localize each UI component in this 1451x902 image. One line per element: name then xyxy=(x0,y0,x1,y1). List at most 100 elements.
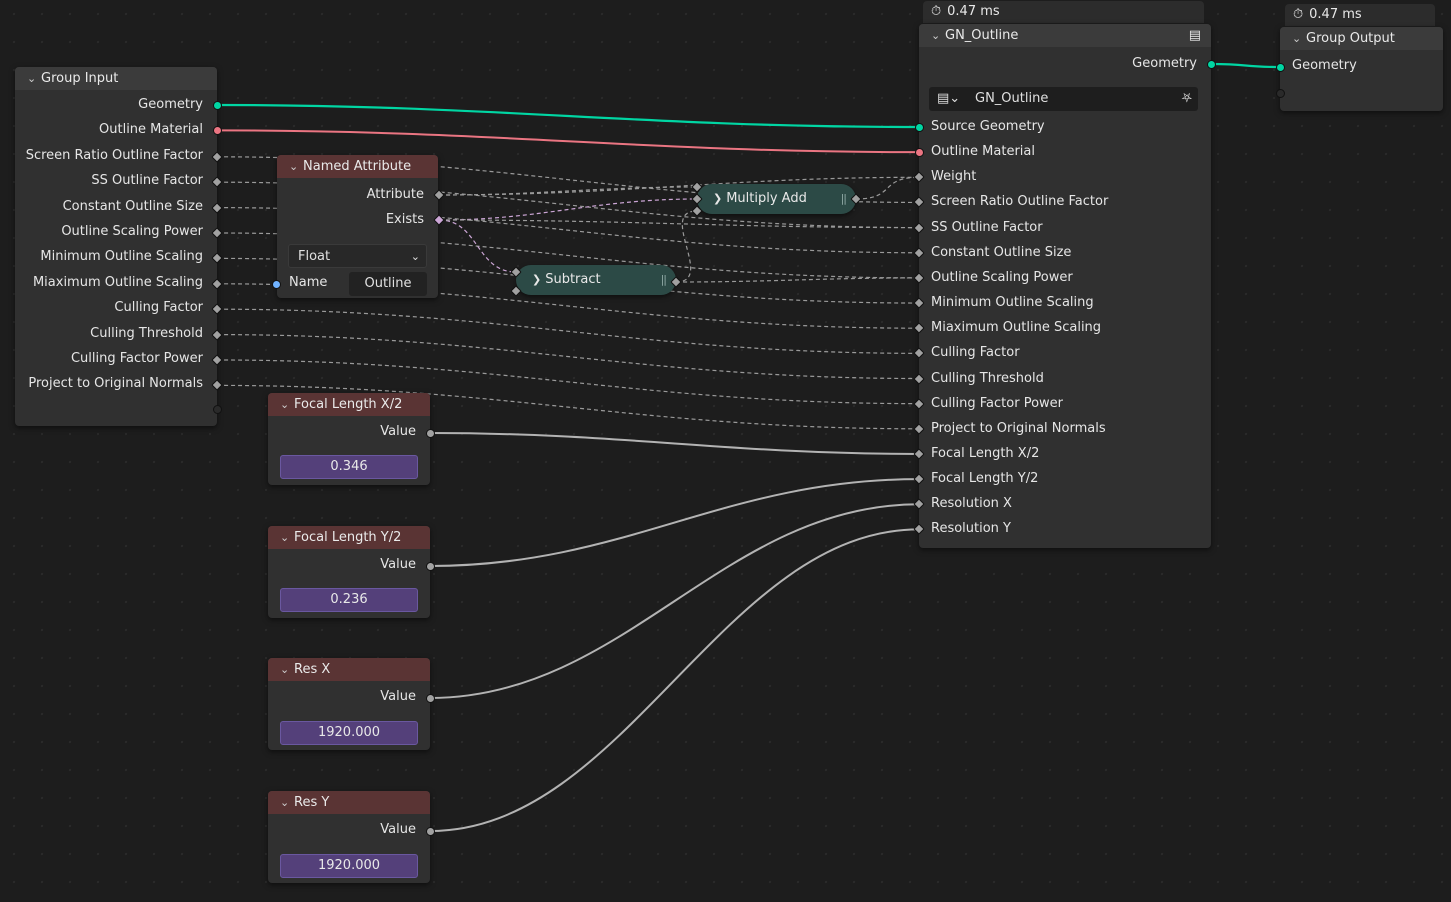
gn-outline-input-label: Culling Factor xyxy=(931,345,1020,361)
gn-outline-input-label: Source Geometry xyxy=(931,119,1045,134)
output-exists: Exists xyxy=(385,212,424,227)
gn-outline-input-label: Culling Threshold xyxy=(931,370,1044,386)
name-input-socket[interactable] xyxy=(271,279,281,289)
group-input-output-label: Outline Material xyxy=(99,122,203,138)
material-socket[interactable] xyxy=(914,147,924,157)
node-group-icon[interactable]: ▤ xyxy=(1189,24,1201,47)
group-input-output-label: Minimum Outline Scaling xyxy=(40,249,203,265)
timer-value: 0.47 ms xyxy=(947,4,1000,19)
gn-outline-input-label: Screen Ratio Outline Factor xyxy=(931,194,1109,210)
value-field[interactable]: 0.346 xyxy=(280,455,418,479)
fake-user-shield-icon[interactable]: ⛧ xyxy=(1182,87,1192,111)
value-output-socket[interactable] xyxy=(425,693,435,703)
grip-icon[interactable]: || xyxy=(841,184,848,214)
group-input-header[interactable]: ⌄ Group Input xyxy=(15,67,217,90)
output-value: Value xyxy=(380,557,416,572)
gn-outline-input-label: Focal Length Y/2 xyxy=(931,471,1039,487)
multiply-add-node[interactable]: ❯ Multiply Add || xyxy=(697,184,856,214)
node-link xyxy=(429,432,920,455)
group-output-header[interactable]: ⌄ Group Output xyxy=(1280,27,1443,50)
value-output-socket[interactable] xyxy=(425,428,435,438)
group-input-output-label: Screen Ratio Outline Factor xyxy=(25,147,203,163)
chevron-down-icon[interactable]: ⌄ xyxy=(280,791,294,814)
value-node-focal-x[interactable]: ⌄ Focal Length X/2 Value 0.346 xyxy=(268,393,430,485)
group-input-output-label: Constant Outline Size xyxy=(62,198,203,214)
material-socket[interactable] xyxy=(212,125,222,135)
chevron-down-icon[interactable]: ⌄ xyxy=(289,155,303,178)
stopwatch-icon: ⏱ xyxy=(931,4,942,19)
value-output-socket[interactable] xyxy=(425,561,435,571)
node-title: GN_Outline xyxy=(945,28,1019,43)
gn-outline-node[interactable]: ⌄ GN_Outline ▤ Geometry ▤⌄ GN_Outline ⛧ S… xyxy=(919,24,1211,548)
value-node-res-x[interactable]: ⌄ Res X Value 1920.000 xyxy=(268,658,430,750)
group-input-output-label: Culling Threshold xyxy=(90,325,203,341)
node-title: Subtract xyxy=(545,272,601,287)
value-node-res-y[interactable]: ⌄ Res Y Value 1920.000 xyxy=(268,791,430,883)
output-attribute: Attribute xyxy=(366,187,424,202)
chevron-down-icon[interactable]: ⌄ xyxy=(280,526,294,549)
chevron-down-icon[interactable]: ⌄ xyxy=(931,24,945,47)
gn-outline-input-label: Project to Original Normals xyxy=(931,420,1106,436)
name-input[interactable]: Outline xyxy=(349,272,427,296)
group-input-output-label: Geometry xyxy=(138,97,203,112)
value-node-header[interactable]: ⌄ Focal Length Y/2 xyxy=(268,526,430,549)
gn-outline-header[interactable]: ⌄ GN_Outline ▤ xyxy=(919,24,1211,47)
group-output-node[interactable]: ⌄ Group Output Geometry xyxy=(1280,27,1443,111)
chevron-down-icon[interactable]: ⌄ xyxy=(1292,27,1306,50)
gn-outline-timer: ⏱ 0.47 ms xyxy=(923,1,1204,23)
node-title: Named Attribute xyxy=(303,159,412,174)
gn-outline-input-label: Focal Length X/2 xyxy=(931,445,1040,461)
node-title: Multiply Add xyxy=(726,191,807,206)
value-node-focal-y[interactable]: ⌄ Focal Length Y/2 Value 0.236 xyxy=(268,526,430,618)
group-input-output-label: Culling Factor Power xyxy=(70,351,203,366)
source-geometry-socket[interactable] xyxy=(914,122,924,132)
node-link xyxy=(438,186,698,196)
value-node-header[interactable]: ⌄ Res X xyxy=(268,658,430,681)
node-title: Group Input xyxy=(41,71,119,86)
gn-outline-input-label: Outline Scaling Power xyxy=(931,269,1073,285)
output-value: Value xyxy=(380,822,416,837)
group-output-timer: ⏱ 0.47 ms xyxy=(1285,4,1435,26)
node-link xyxy=(438,198,698,221)
chevron-right-icon[interactable]: ❯ xyxy=(713,192,722,205)
value-field[interactable]: 0.236 xyxy=(280,588,418,612)
value-field[interactable]: 1920.000 xyxy=(280,854,418,878)
chevron-down-icon[interactable]: ⌄ xyxy=(280,658,294,681)
group-input-node[interactable]: ⌄ Group Input Geometry Outline Material Scr… xyxy=(15,67,217,426)
node-link xyxy=(429,503,920,699)
value-field[interactable]: 1920.000 xyxy=(280,721,418,745)
node-title: Res Y xyxy=(294,795,330,810)
data-type-dropdown[interactable]: Float ⌄ xyxy=(288,244,427,268)
gn-outline-input-label: Culling Factor Power xyxy=(931,395,1064,411)
node-links xyxy=(216,62,1281,832)
node-link xyxy=(438,219,517,273)
chevron-right-icon[interactable]: ❯ xyxy=(532,273,541,286)
node-link xyxy=(429,478,920,567)
chevron-down-icon[interactable]: ⌄ xyxy=(280,393,294,416)
named-attribute-node[interactable]: ⌄ Named Attribute Attribute Exists Float … xyxy=(277,155,438,298)
output-geometry: Geometry xyxy=(1132,56,1197,71)
value-node-header[interactable]: ⌄ Res Y xyxy=(268,791,430,814)
chevron-down-icon: ⌄ xyxy=(410,250,420,263)
gn-outline-input-label: Resolution X xyxy=(931,496,1012,512)
geometry-output-socket[interactable] xyxy=(1206,59,1216,69)
gn-outline-input-label: Constant Outline Size xyxy=(931,244,1072,260)
node-link xyxy=(216,308,920,354)
node-link xyxy=(855,176,920,200)
value-output-socket[interactable] xyxy=(425,826,435,836)
output-value: Value xyxy=(380,424,416,439)
geometry-input-socket[interactable] xyxy=(1275,62,1285,72)
chevron-down-icon[interactable]: ⌄ xyxy=(27,67,41,90)
geometry-socket[interactable] xyxy=(212,100,222,110)
node-link xyxy=(216,334,920,380)
node-group-selector[interactable]: ▤⌄ GN_Outline ⛧ xyxy=(929,87,1198,111)
node-link xyxy=(216,129,920,154)
subtract-node[interactable]: ❯ Subtract || xyxy=(516,265,676,295)
empty-socket[interactable] xyxy=(1275,88,1285,98)
grip-icon[interactable]: || xyxy=(661,265,668,295)
value-node-header[interactable]: ⌄ Focal Length X/2 xyxy=(268,393,430,416)
node-group-icon[interactable]: ▤⌄ xyxy=(937,87,960,111)
output-value: Value xyxy=(380,689,416,704)
named-attribute-header[interactable]: ⌄ Named Attribute xyxy=(277,155,438,178)
empty-socket[interactable] xyxy=(212,404,222,414)
